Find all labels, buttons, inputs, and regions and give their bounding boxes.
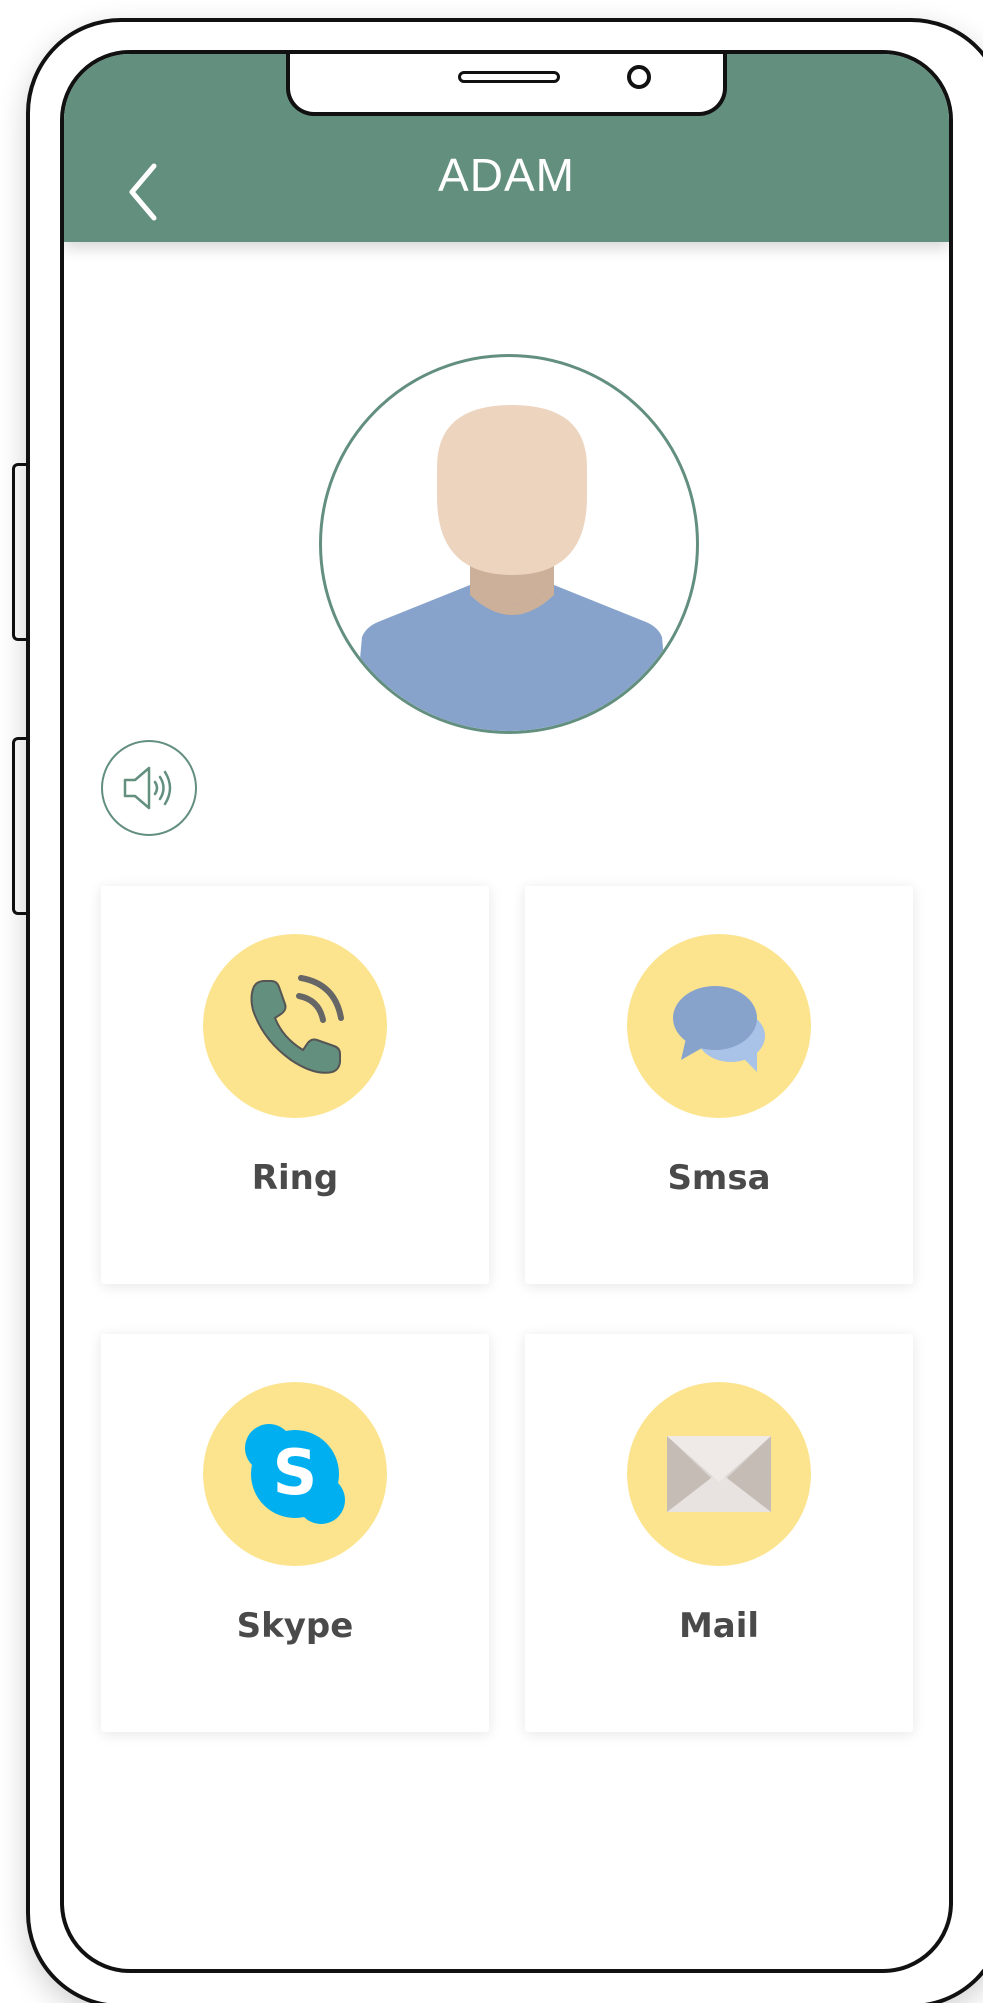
ring-card[interactable]: Ring (101, 886, 489, 1284)
mail-card[interactable]: Mail (525, 1334, 913, 1732)
phone-call-icon (250, 975, 344, 1074)
person-avatar-icon (353, 405, 671, 731)
phone-side-button-upper (12, 463, 26, 641)
earpiece-speaker (458, 71, 560, 83)
speaker-volume-icon (123, 766, 172, 810)
mail-label: Mail (678, 1606, 760, 1646)
skype-icon-circle: S (203, 1382, 387, 1566)
app-root: ADAM Ring Smsa S Skype Mail (0, 0, 983, 2003)
volume-button[interactable] (101, 740, 197, 836)
mail-icon-circle (627, 1382, 811, 1566)
sms-icon-circle (627, 934, 811, 1118)
envelope-icon (667, 1436, 771, 1512)
svg-text:S: S (273, 1436, 318, 1509)
sms-card[interactable]: Smsa (525, 886, 913, 1284)
phone-notch (286, 54, 727, 116)
skype-label: Skype (236, 1606, 354, 1646)
skype-card[interactable]: S Skype (101, 1334, 489, 1732)
ring-icon-circle (203, 934, 387, 1118)
ring-label: Ring (251, 1158, 339, 1198)
front-camera (627, 65, 651, 89)
skype-icon: S (245, 1424, 345, 1524)
sms-label: Smsa (667, 1158, 771, 1198)
phone-side-button-lower (12, 737, 26, 915)
contact-avatar (319, 354, 699, 734)
page-title: ADAM (438, 149, 575, 201)
chat-bubbles-icon (673, 986, 765, 1072)
phone-screen: ADAM Ring Smsa S Skype Mail (60, 50, 953, 1973)
